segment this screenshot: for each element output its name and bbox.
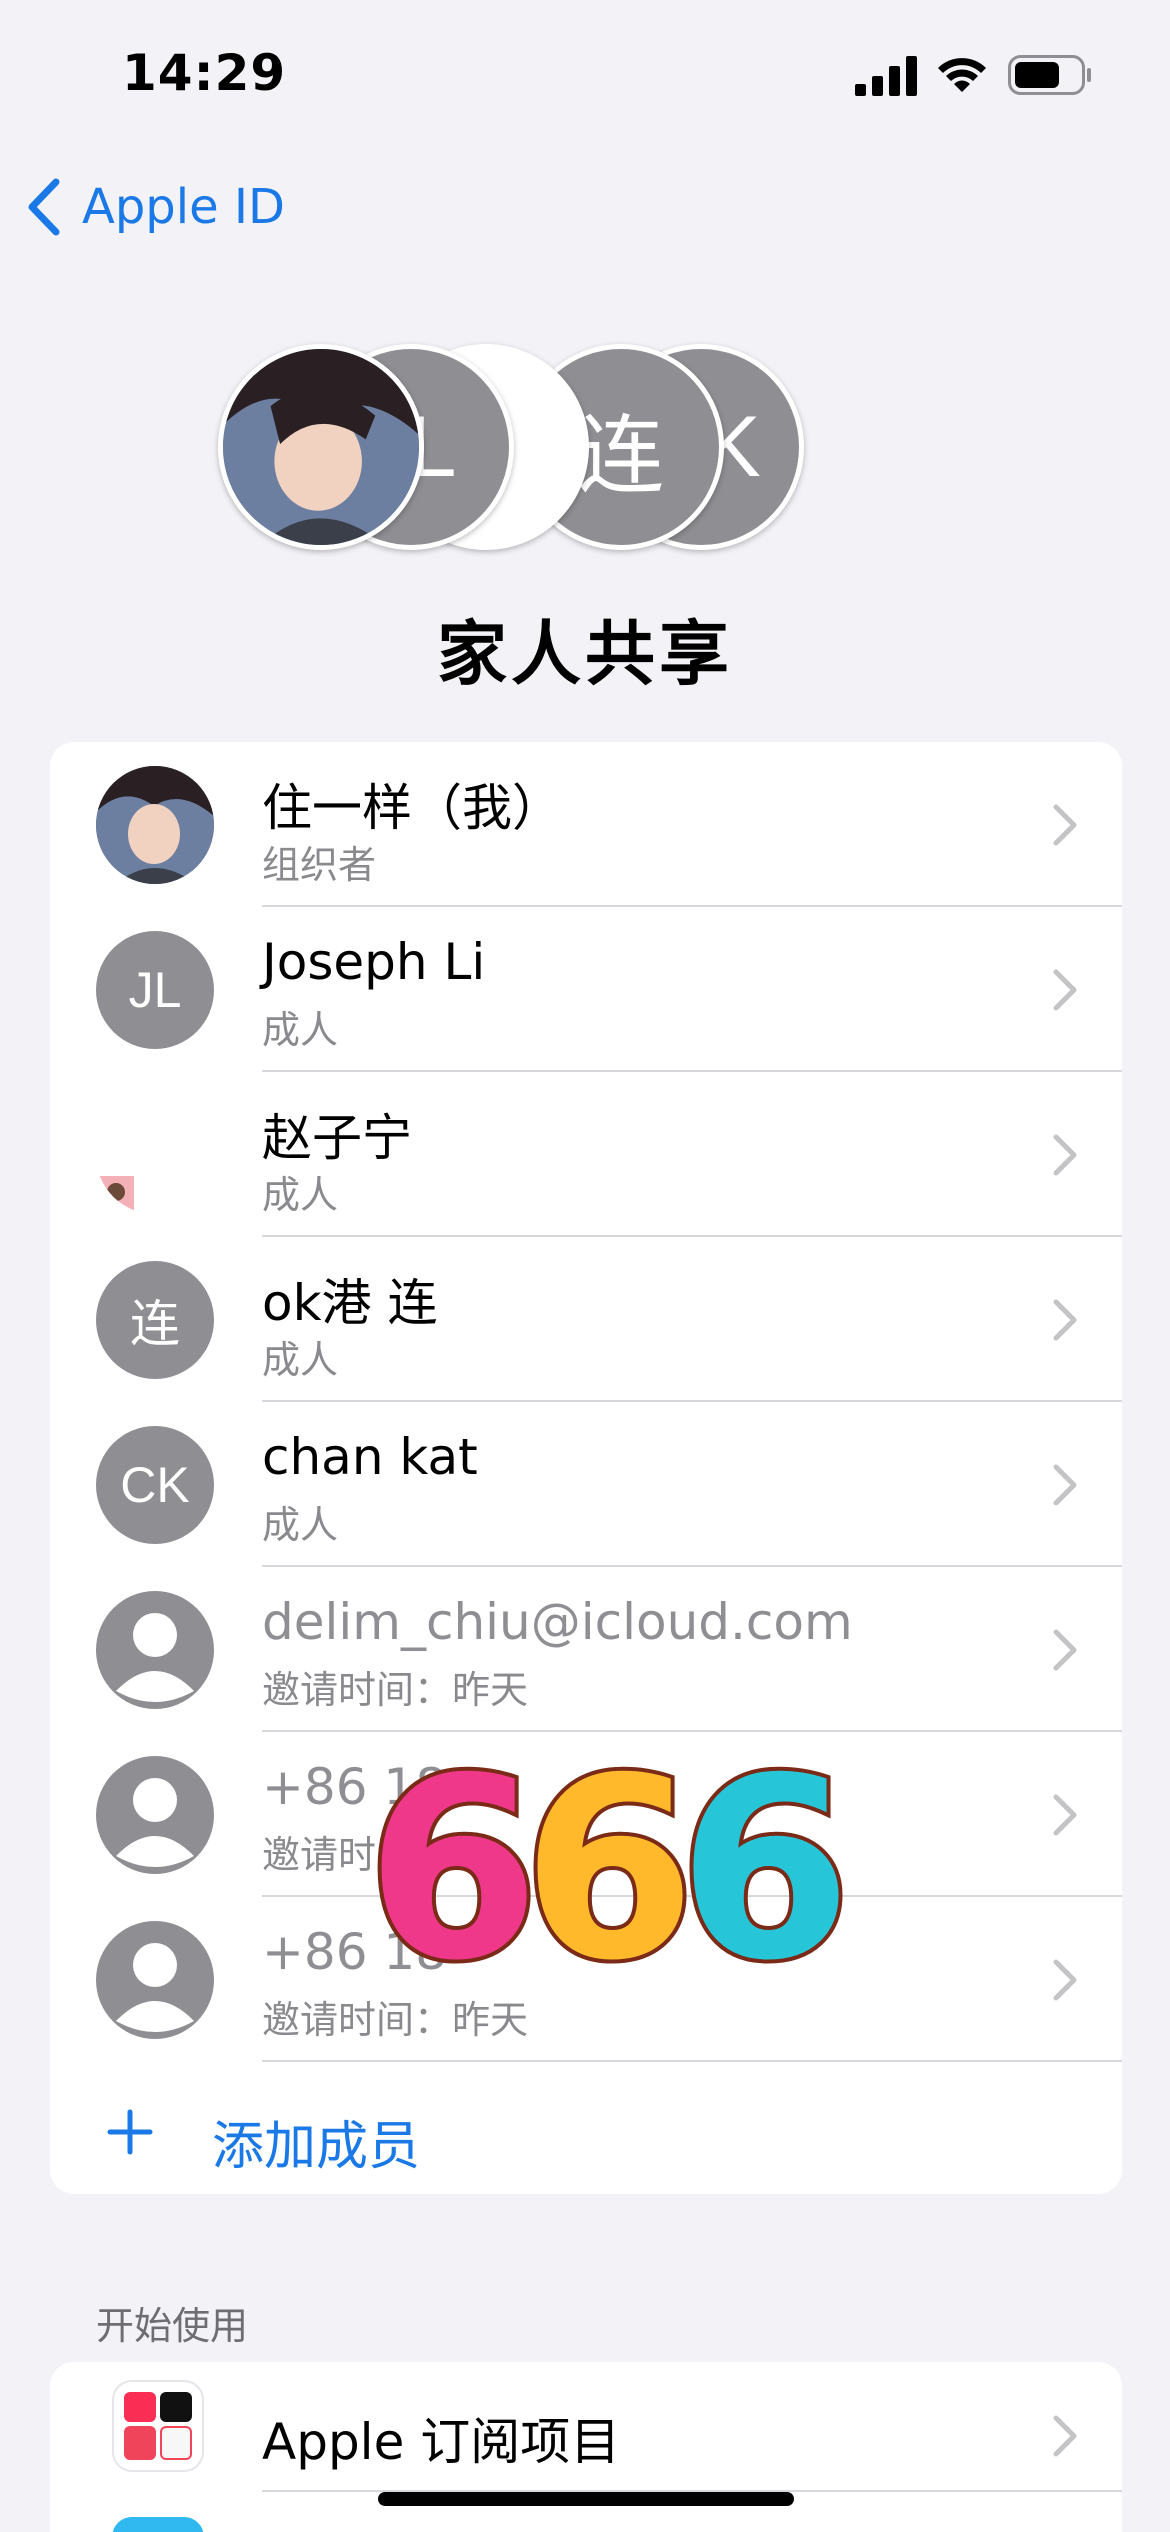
profile-photo-icon: [96, 766, 214, 884]
member-role: 成人: [262, 1008, 339, 1052]
chevron-right-icon: [1053, 1299, 1077, 1341]
sticker-digit: 6: [362, 1724, 544, 2015]
avatar: [96, 766, 214, 884]
sticker-666: 6 6 6: [362, 1724, 856, 2015]
subscriptions-title: Apple 订阅项目: [262, 2413, 621, 2471]
chevron-right-icon: [1053, 1959, 1077, 2001]
member-name: ok港 连: [262, 1274, 438, 1332]
cellular-signal-icon: [855, 56, 917, 96]
member-role: 成人: [262, 1503, 339, 1547]
invitee-name: delim_chiu@icloud.com: [262, 1593, 853, 1651]
chevron-left-icon: [28, 178, 60, 236]
chevron-right-icon: [1053, 1629, 1077, 1671]
member-name: 赵子宁: [262, 1109, 412, 1167]
plus-icon: [107, 2109, 153, 2155]
add-member-button[interactable]: 添加成员: [50, 2062, 1122, 2194]
member-row[interactable]: 赵子宁 成人: [50, 1072, 1122, 1237]
getting-started-list: Apple 订阅项目: [50, 2362, 1122, 2532]
avatar: CK: [96, 1426, 214, 1544]
apple-subscriptions-icon: [112, 2380, 204, 2472]
member-row[interactable]: CK chan kat 成人: [50, 1402, 1122, 1567]
chevron-right-icon: [1053, 1134, 1077, 1176]
wifi-icon: [938, 58, 986, 92]
member-row[interactable]: JL Joseph Li 成人: [50, 907, 1122, 1072]
chevron-right-icon: [1053, 804, 1077, 846]
person-placeholder-icon: [96, 1921, 214, 2039]
chevron-right-icon: [1053, 969, 1077, 1011]
member-name: chan kat: [262, 1428, 478, 1486]
member-role: 成人: [262, 1173, 339, 1217]
member-role: 组织者: [262, 843, 377, 887]
header-avatar: [218, 344, 424, 550]
member-name: Joseph Li: [262, 933, 486, 991]
invite-status: 邀请时间：昨天: [262, 1668, 529, 1712]
avatar: 连: [96, 1261, 214, 1379]
chevron-right-icon: [1053, 1464, 1077, 1506]
member-name: 住一样（我）: [262, 779, 562, 837]
member-row[interactable]: 住一样（我） 组织者: [50, 742, 1122, 907]
app-icon: [112, 2517, 204, 2532]
back-label: Apple ID: [82, 179, 286, 235]
invite-row[interactable]: delim_chiu@icloud.com 邀请时间：昨天: [50, 1567, 1122, 1732]
section-header: 开始使用: [96, 2304, 249, 2348]
profile-photo-icon: [223, 349, 419, 545]
back-button[interactable]: Apple ID: [24, 172, 285, 242]
chevron-right-icon: [1053, 1794, 1077, 1836]
battery-icon: [1008, 55, 1091, 95]
sticker-digit: 6: [518, 1724, 700, 2015]
family-avatar-stack: CK 连 JL: [218, 344, 958, 550]
home-indicator: [378, 2492, 794, 2506]
avatar: [96, 1096, 214, 1214]
member-role: 成人: [262, 1338, 339, 1382]
memoji-avatar-icon: [98, 1176, 134, 1212]
avatar: JL: [96, 931, 214, 1049]
sticker-digit: 6: [674, 1724, 856, 2015]
page-title: 家人共享: [437, 613, 733, 695]
status-time: 14:29: [122, 44, 287, 102]
chevron-right-icon: [1053, 2415, 1077, 2457]
subscriptions-row[interactable]: Apple 订阅项目: [50, 2362, 1122, 2492]
add-member-label: 添加成员: [212, 2117, 421, 2177]
person-placeholder-icon: [96, 1591, 214, 1709]
status-bar: 14:29: [0, 0, 1170, 150]
member-row[interactable]: 连 ok港 连 成人: [50, 1237, 1122, 1402]
person-placeholder-icon: [96, 1756, 214, 1874]
